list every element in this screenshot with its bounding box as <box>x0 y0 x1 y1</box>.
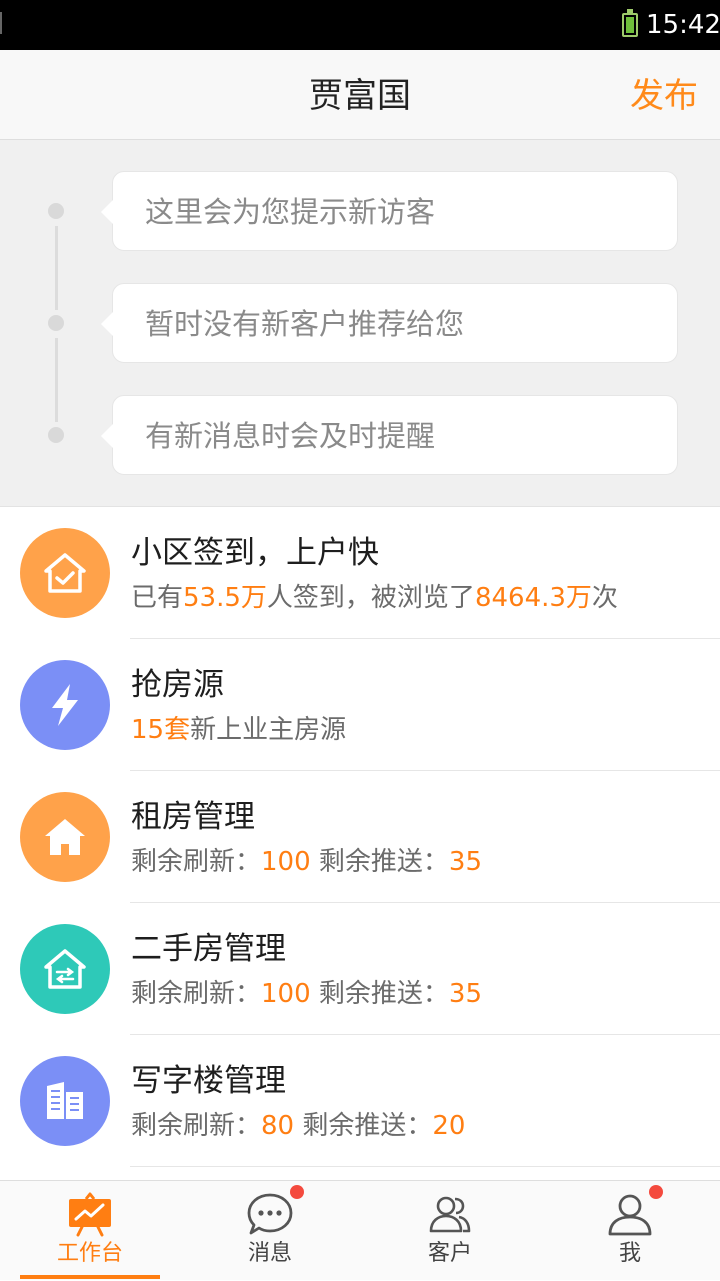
tab-me[interactable]: 我 <box>540 1181 720 1281</box>
list-item-title: 抢房源 <box>131 667 224 703</box>
timeline-dot <box>48 427 64 443</box>
tab-label: 客户 <box>427 1241 472 1266</box>
notice-timeline: 这里会为您提示新访客 暂时没有新客户推荐给您 有新消息时会及时提醒 <box>0 140 720 507</box>
house-check-icon <box>20 528 110 618</box>
tab-customers[interactable]: 客户 <box>360 1181 540 1281</box>
nav-bar: 贾富国 发布 <box>0 50 720 140</box>
list-item-subtitle: 15套新上业主房源 <box>131 715 347 745</box>
status-edge <box>0 12 2 34</box>
list-item-title: 小区签到，上户快 <box>131 535 379 571</box>
list-item-title: 二手房管理 <box>131 931 286 967</box>
battery-icon <box>622 9 638 37</box>
list-item-subtitle: 剩余刷新：100 剩余推送：35 <box>131 847 483 877</box>
workbench-chart-icon <box>69 1192 111 1237</box>
list-item-subtitle: 剩余刷新：100 剩余推送：35 <box>131 979 483 1009</box>
tab-workbench[interactable]: 工作台 <box>0 1181 180 1281</box>
status-bar: 15:42 <box>0 0 720 50</box>
feature-list: 小区签到，上户快 已有53.5万人签到，被浏览了8464.3万次 抢房源 15套… <box>0 507 720 1167</box>
list-item-office-management[interactable]: 写字楼管理 剩余刷新：80 剩余推送：20 <box>0 1035 720 1167</box>
notice-visitors: 这里会为您提示新访客 <box>101 171 678 251</box>
house-exchange-icon <box>20 924 110 1014</box>
office-building-icon <box>20 1056 110 1146</box>
tab-label: 消息 <box>247 1241 292 1266</box>
active-tab-indicator <box>20 1275 160 1279</box>
tab-label: 我 <box>618 1241 641 1266</box>
list-item-title: 租房管理 <box>131 799 255 835</box>
notice-customers: 暂时没有新客户推荐给您 <box>101 283 678 363</box>
list-item-subtitle: 已有53.5万人签到，被浏览了8464.3万次 <box>131 583 618 613</box>
unread-badge <box>649 1185 663 1199</box>
customers-icon <box>429 1196 471 1233</box>
timeline-dot <box>48 203 64 219</box>
lightning-icon <box>20 660 110 750</box>
notice-messages: 有新消息时会及时提醒 <box>101 395 678 475</box>
timeline-line <box>55 338 58 422</box>
publish-button[interactable]: 发布 <box>630 74 698 118</box>
profile-icon <box>608 1194 652 1236</box>
list-item-grab-listings[interactable]: 抢房源 15套新上业主房源 <box>0 639 720 771</box>
tab-messages[interactable]: 消息 <box>180 1181 360 1281</box>
bottom-tab-bar: 工作台 消息 客户 我 <box>0 1180 720 1280</box>
timeline-line <box>55 226 58 310</box>
tab-label: 工作台 <box>56 1241 123 1266</box>
page-title: 贾富国 <box>309 76 411 116</box>
unread-badge <box>290 1185 304 1199</box>
list-item-title: 写字楼管理 <box>131 1063 286 1099</box>
status-time: 15:42 <box>646 10 720 40</box>
house-icon <box>20 792 110 882</box>
list-item-rental-management[interactable]: 租房管理 剩余刷新：100 剩余推送：35 <box>0 771 720 903</box>
list-item-resale-management[interactable]: 二手房管理 剩余刷新：100 剩余推送：35 <box>0 903 720 1035</box>
list-item-community-checkin[interactable]: 小区签到，上户快 已有53.5万人签到，被浏览了8464.3万次 <box>0 507 720 639</box>
chat-bubble-icon <box>247 1193 293 1235</box>
list-item-subtitle: 剩余刷新：80 剩余推送：20 <box>131 1111 466 1141</box>
timeline-dot <box>48 315 64 331</box>
